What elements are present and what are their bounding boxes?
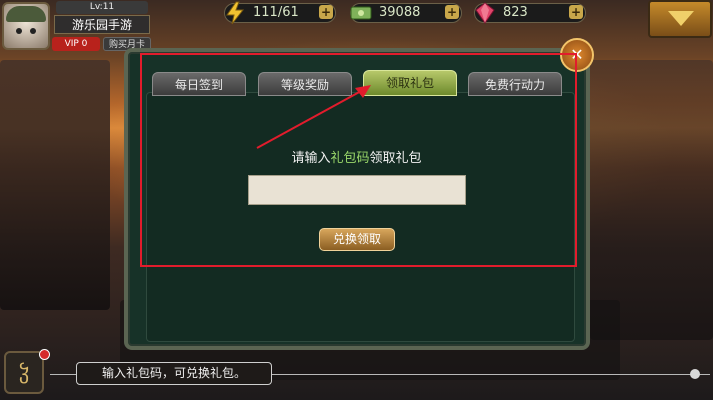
player-avatar[interactable]	[2, 2, 50, 50]
money-counter: 39088 +	[350, 3, 462, 23]
add-gem-button[interactable]: +	[569, 5, 583, 19]
right-building	[590, 60, 713, 340]
avatar-eye-right	[30, 28, 36, 34]
left-building	[0, 60, 110, 310]
gem-icon	[475, 2, 495, 24]
gem-counter: 823 +	[474, 2, 586, 24]
avatar-cap	[6, 6, 46, 22]
vip-badge[interactable]: VIP 0	[52, 37, 100, 51]
hint-message: 输入礼包码，可兑换礼包。	[76, 362, 272, 385]
energy-counter: 111/61 +	[224, 1, 336, 25]
scroll-indicator-dot	[690, 369, 700, 379]
energy-value: 111/61	[253, 5, 299, 20]
energy-icon	[226, 1, 245, 25]
player-level: Lv:11	[56, 1, 148, 14]
chevron-down-icon	[668, 11, 694, 26]
cash-icon	[350, 6, 372, 20]
player-hud: Lv:11 游乐园手游 VIP 0 购买月卡	[0, 0, 160, 55]
annotation-arrow-icon	[256, 85, 371, 149]
bunny-icon: ჴ	[18, 360, 30, 384]
gem-value: 823	[503, 5, 528, 20]
bunny-menu-button[interactable]: ჴ	[4, 351, 44, 394]
notification-dot	[39, 349, 50, 360]
player-name: 游乐园手游	[54, 15, 150, 34]
money-value: 39088	[379, 5, 421, 20]
menu-toggle-button[interactable]	[648, 0, 712, 38]
add-energy-button[interactable]: +	[319, 5, 333, 19]
avatar-eye-left	[16, 28, 22, 34]
add-money-button[interactable]: +	[445, 5, 459, 19]
